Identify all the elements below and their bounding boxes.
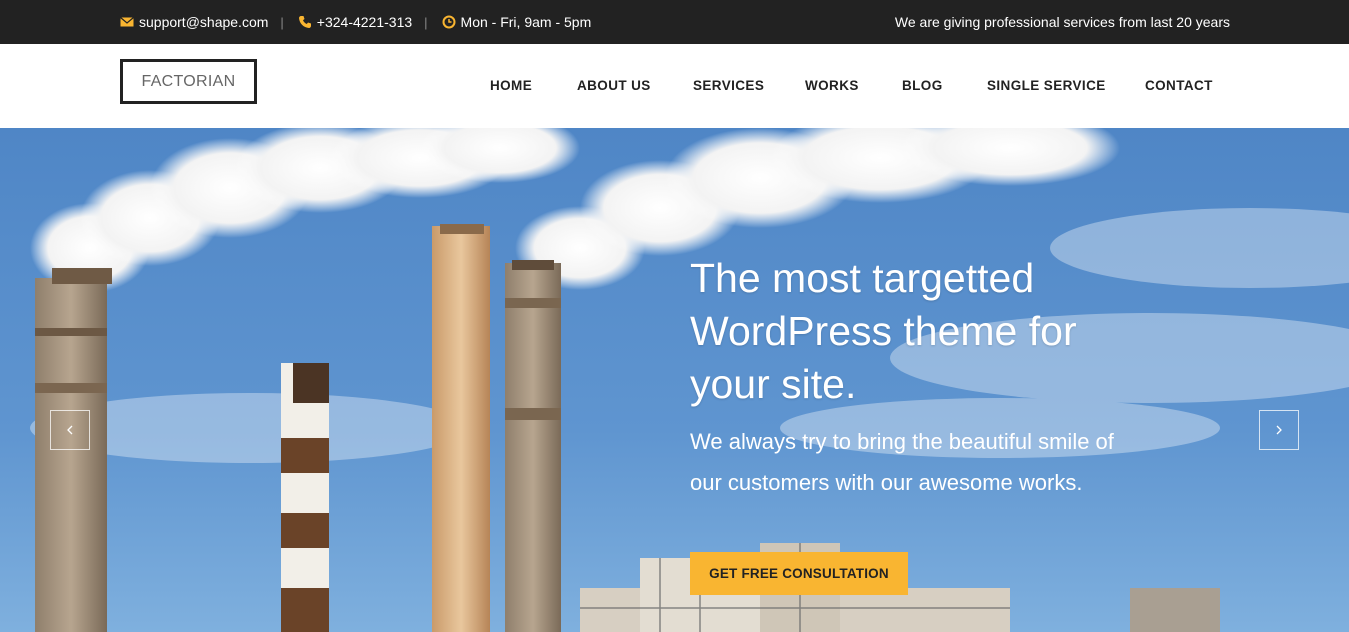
hero-caption: The most targetted WordPress theme for y… [690, 252, 1140, 503]
nav-item-blog[interactable]: BLOG [902, 78, 943, 93]
nav-item-services[interactable]: SERVICES [693, 78, 764, 93]
hero-background-image [0, 128, 1349, 632]
nav-item-single-service[interactable]: SINGLE SERVICE [987, 78, 1106, 93]
tagline: We are giving professional services from… [894, 14, 1230, 30]
divider: | [424, 14, 428, 30]
free-consultation-button[interactable]: GET FREE CONSULTATION [690, 552, 908, 595]
clock-icon [442, 15, 456, 29]
nav-item-home[interactable]: HOME [490, 78, 532, 93]
hero-slider: The most targetted WordPress theme for y… [0, 128, 1349, 632]
nav-item-works[interactable]: WORKS [805, 78, 859, 93]
hero-subtitle: We always try to bring the beautiful smi… [690, 429, 1114, 495]
chevron-left-icon [67, 425, 73, 435]
top-bar: support@shape.com | +324-4221-313 | Mon … [0, 0, 1349, 44]
phone-item[interactable]: +324-4221-313 [298, 14, 412, 30]
site-logo[interactable]: FACTORIAN [120, 59, 257, 104]
divider: | [280, 14, 284, 30]
hours-text: Mon - Fri, 9am - 5pm [460, 14, 592, 30]
hours-item: Mon - Fri, 9am - 5pm [442, 14, 592, 30]
nav-item-contact[interactable]: CONTACT [1145, 78, 1213, 93]
site-header: FACTORIAN HOME ABOUT US SERVICES WORKS B… [0, 44, 1349, 128]
slider-next-button[interactable] [1259, 410, 1299, 450]
nav-item-about-us[interactable]: ABOUT US [577, 78, 651, 93]
phone-text[interactable]: +324-4221-313 [317, 14, 412, 30]
email-text[interactable]: support@shape.com [139, 14, 268, 30]
contact-info: support@shape.com | +324-4221-313 | Mon … [120, 0, 591, 44]
hero-title: The most targetted WordPress theme for y… [690, 255, 1077, 407]
envelope-icon [120, 17, 134, 27]
email-item[interactable]: support@shape.com [120, 14, 268, 30]
slider-prev-button[interactable] [50, 410, 90, 450]
phone-icon [298, 16, 311, 28]
chevron-right-icon [1276, 425, 1282, 435]
